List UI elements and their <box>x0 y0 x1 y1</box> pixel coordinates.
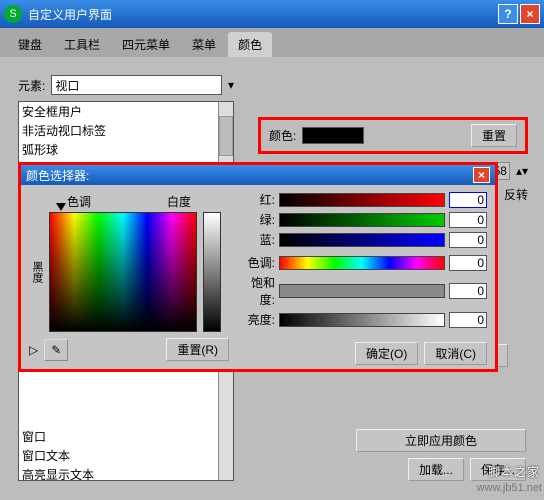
color-picker-dialog: 颜色选择器: × 色调 白度 黑度 ▷ ✎ 重置(R) 红: 绿: 蓝: <box>18 162 498 372</box>
r-label: 红: <box>239 191 275 208</box>
tab-toolbar[interactable]: 工具栏 <box>54 32 110 57</box>
r-input[interactable] <box>449 192 487 208</box>
s-slider[interactable] <box>279 284 445 298</box>
color-label: 颜色: <box>269 127 296 144</box>
whiteness-label: 白度 <box>167 193 191 210</box>
h-slider[interactable] <box>279 256 445 270</box>
app-icon: S <box>4 5 22 23</box>
tab-keyboard[interactable]: 键盘 <box>8 32 52 57</box>
dropdown-icon[interactable]: ▾ <box>228 78 234 92</box>
ok-button[interactable]: 确定(O) <box>355 342 418 365</box>
tab-menu[interactable]: 菜单 <box>182 32 226 57</box>
b-input[interactable] <box>449 232 487 248</box>
cancel-button[interactable]: 取消(C) <box>424 342 487 365</box>
picker-cursor-icon[interactable]: ▷ <box>29 343 38 357</box>
picker-reset-button[interactable]: 重置(R) <box>166 338 229 361</box>
apply-button[interactable]: 立即应用颜色 <box>356 429 526 452</box>
reset-button[interactable]: 重置 <box>471 124 517 147</box>
s-input[interactable] <box>449 283 487 299</box>
help-button[interactable]: ? <box>498 4 518 24</box>
watermark-url: www.jb51.net <box>477 482 542 494</box>
spinner-icon[interactable]: ▴▾ <box>516 164 528 178</box>
watermark: 脚本之家 <box>488 463 540 480</box>
g-label: 绿: <box>239 211 275 228</box>
hue-arrow-icon <box>56 203 66 216</box>
eyedropper-button[interactable]: ✎ <box>44 339 68 361</box>
color-swatch[interactable] <box>302 127 364 144</box>
v-input[interactable] <box>449 312 487 328</box>
list-item[interactable]: 安全框用户 <box>19 102 233 121</box>
g-slider[interactable] <box>279 213 445 227</box>
b-label: 蓝: <box>239 231 275 248</box>
tab-color[interactable]: 颜色 <box>228 32 272 57</box>
picker-close-button[interactable]: × <box>473 167 490 183</box>
r-slider[interactable] <box>279 193 445 207</box>
s-label: 饱和度: <box>239 274 275 308</box>
close-button[interactable]: × <box>520 4 540 24</box>
invert-label: 反转 <box>504 186 528 203</box>
hue-label: 色调 <box>67 193 91 210</box>
spectrum-picker[interactable] <box>49 212 197 332</box>
h-label: 色调: <box>239 254 275 271</box>
scroll-thumb[interactable] <box>219 116 233 156</box>
g-input[interactable] <box>449 212 487 228</box>
list-item[interactable]: 非活动视口标签 <box>19 121 233 140</box>
list-item[interactable]: 窗口 <box>19 427 233 446</box>
list-item[interactable]: 高亮显示文本 <box>19 465 233 481</box>
v-slider[interactable] <box>279 313 445 327</box>
tab-quadmenu[interactable]: 四元菜单 <box>112 32 180 57</box>
element-label: 元素: <box>18 77 45 94</box>
tab-bar: 键盘 工具栏 四元菜单 菜单 颜色 <box>0 28 544 57</box>
b-slider[interactable] <box>279 233 445 247</box>
picker-title: 颜色选择器: <box>26 167 89 184</box>
whiteness-slider[interactable] <box>203 212 221 332</box>
list-item[interactable]: 窗口文本 <box>19 446 233 465</box>
h-input[interactable] <box>449 255 487 271</box>
window-title: 自定义用户界面 <box>28 6 496 23</box>
v-label: 亮度: <box>239 311 275 328</box>
load-button[interactable]: 加载... <box>408 458 464 481</box>
list-item[interactable]: 弧形球 <box>19 140 233 159</box>
element-select[interactable]: 视口 <box>51 75 222 95</box>
black-label: 黑度 <box>29 261 45 283</box>
